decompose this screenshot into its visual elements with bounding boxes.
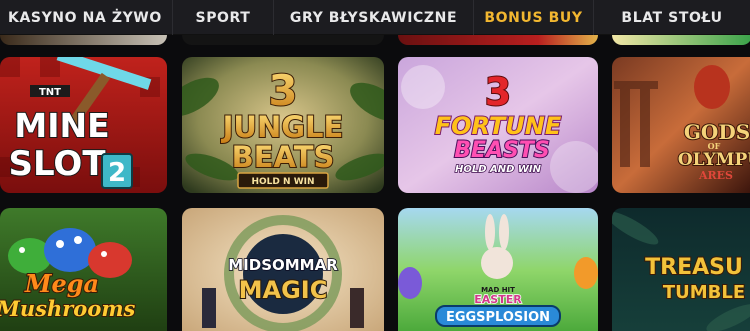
game-tile-easter-eggsplosion[interactable]: MAD HIT EASTER EGGSPLOSION [398,208,598,331]
nav-item-live-casino[interactable]: KASYNO NA ŻYWO [0,0,173,35]
game-title: ARES [698,169,733,182]
game-title: 3 [268,66,297,115]
game-art: TNT MINE SLOT 2 [0,57,167,193]
game-title: MAGIC [239,276,328,304]
game-tile-mine-slot-2[interactable]: TNT MINE SLOT 2 [0,57,167,193]
game-title: 3 [485,70,511,114]
game-title: Mushrooms [0,296,136,321]
category-nav: KASYNO NA ŻYWO SPORT GRY BŁYSKAWICZNE BO… [0,0,750,35]
game-title: SLOT [8,144,106,184]
game-tile-treasure-tumble[interactable]: TREASU TUMBLE [612,208,750,331]
game-badge: 2 [108,158,126,188]
game-title: TUMBLE [663,282,745,303]
game-art: 3 FORTUNE BEASTS HOLD AND WIN [398,57,598,193]
game-top-label: TNT [39,87,61,98]
game-tile-gods-of-olympus-ares[interactable]: GODS OF OLYMPU ARES [612,57,750,193]
game-art: Mega Mushrooms [0,208,167,331]
game-title: OLYMPU [678,150,750,170]
game-title: Mega [24,269,99,298]
game-title: BEASTS [454,138,550,163]
game-art: MIDSOMMAR MAGIC [182,208,384,331]
game-title: MINE [14,106,109,145]
game-title: BEATS [232,140,335,174]
game-title: FORTUNE [435,112,562,140]
nav-item-bonus-buy[interactable]: BONUS BUY [474,0,594,35]
game-art: MAD HIT EASTER EGGSPLOSION [398,208,598,331]
game-tile-3-fortune-beasts[interactable]: 3 FORTUNE BEASTS HOLD AND WIN [398,57,598,193]
game-title: MIDSOMMAR [228,256,338,274]
nav-item-instant-games[interactable]: GRY BŁYSKAWICZNE [274,0,474,35]
game-title: TREASU [645,255,743,280]
game-art: TREASU TUMBLE [612,208,750,331]
game-title: EASTER [474,293,522,306]
game-art: 3 JUNGLE BEATS HOLD N WIN [182,57,384,193]
game-badge: HOLD AND WIN [455,164,542,175]
nav-item-sport[interactable]: SPORT [173,0,274,35]
game-tile-3-jungle-beats[interactable]: 3 JUNGLE BEATS HOLD N WIN [182,57,384,193]
game-title: JUNGLE [221,110,344,144]
game-tile-midsommar-magic[interactable]: MIDSOMMAR MAGIC [182,208,384,331]
game-title: EGGSPLOSION [446,310,550,325]
game-badge: HOLD N WIN [252,177,315,187]
nav-item-table-games[interactable]: BLAT STOŁU [594,0,750,35]
game-art: GODS OF OLYMPU ARES [612,57,750,193]
game-tile-mega-mushrooms[interactable]: Mega Mushrooms [0,208,167,331]
